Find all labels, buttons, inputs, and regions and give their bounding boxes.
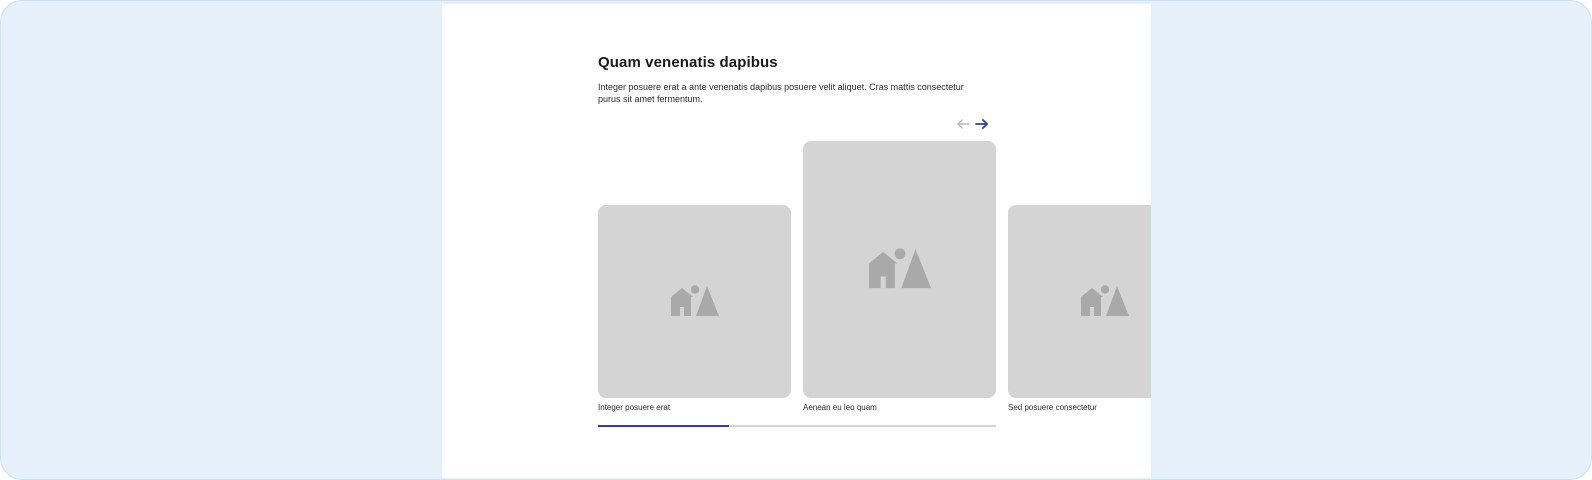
section-title: Quam venenatis dapibus — [598, 54, 778, 71]
card-image — [803, 141, 996, 398]
carousel-prev-button[interactable] — [954, 116, 972, 132]
carousel-card[interactable]: Sed posuere consectetur — [1008, 205, 1151, 415]
carousel-card[interactable]: Integer posuere erat — [598, 205, 791, 415]
card-image — [598, 205, 791, 398]
carousel-progress-track — [598, 425, 996, 427]
image-placeholder-icon — [868, 247, 931, 288]
card-caption: Sed posuere consectetur — [1008, 403, 1097, 412]
arrow-right-icon — [975, 119, 988, 129]
arrow-left-icon — [957, 119, 970, 129]
carousel-progress-fill — [598, 425, 730, 427]
image-placeholder-icon — [1080, 284, 1129, 316]
card-image — [1008, 205, 1151, 398]
browser-frame: Quam venenatis dapibus Integer posuere e… — [0, 0, 1592, 480]
carousel-next-button[interactable] — [973, 116, 991, 132]
card-caption: Integer posuere erat — [598, 403, 671, 412]
page-canvas: Quam venenatis dapibus Integer posuere e… — [442, 4, 1151, 478]
card-caption: Aenean eu leo quam — [803, 403, 877, 412]
image-placeholder-icon — [670, 284, 719, 316]
carousel-section: Quam venenatis dapibus Integer posuere e… — [598, 4, 1151, 478]
section-description: Integer posuere erat a ante venenatis da… — [598, 82, 964, 104]
carousel-card[interactable]: Aenean eu leo quam — [803, 141, 996, 415]
